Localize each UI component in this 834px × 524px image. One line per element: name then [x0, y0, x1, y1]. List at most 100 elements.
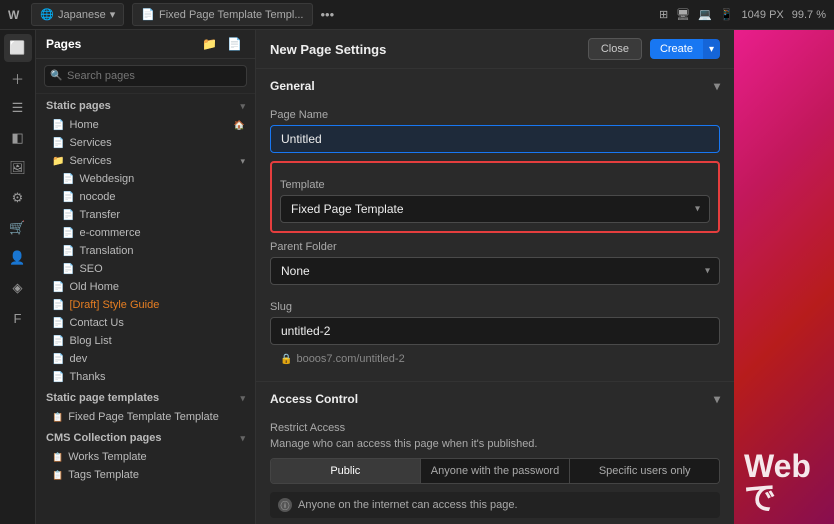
page-tab[interactable]: 📄 Fixed Page Template Templ... — [132, 3, 312, 26]
template-select-wrapper: Fixed Page Template ▾ — [280, 195, 710, 223]
cms-section-chevron: ▾ — [240, 433, 245, 444]
access-section-header[interactable]: Access Control ▾ — [256, 382, 734, 414]
template-icon-tags: 📋 — [52, 470, 63, 481]
cms-section-label: CMS Collection pages — [46, 432, 162, 444]
static-templates-chevron: ▾ — [240, 393, 245, 404]
menu-icon[interactable]: ☰ — [4, 94, 32, 122]
panel-actions: Close Create ▾ — [588, 38, 720, 60]
access-chevron: ▾ — [714, 392, 720, 406]
page-item-old-home[interactable]: 📄 Old Home — [36, 278, 255, 296]
lang-icon: 🌐 — [40, 8, 54, 21]
assets-icon[interactable]: 🖼 — [4, 154, 32, 182]
cms-section-header[interactable]: CMS Collection pages ▾ — [36, 426, 255, 448]
page-item-transfer[interactable]: 📄 Transfer — [36, 206, 255, 224]
zoom-display: 99.7 % — [792, 9, 826, 21]
page-name-label: Page Name — [270, 109, 720, 121]
page-item-seo[interactable]: 📄 SEO — [36, 260, 255, 278]
create-button-group: Create ▾ — [650, 39, 720, 59]
lang-label: Japanese — [58, 9, 106, 21]
decorative-text: Webで — [744, 450, 824, 514]
page-icon-old-home: 📄 — [52, 282, 64, 293]
page-icon-seo: 📄 — [62, 264, 74, 275]
access-info-text: Anyone on the internet can access this p… — [298, 499, 518, 511]
restrict-desc: Manage who can access this page when it'… — [270, 438, 720, 450]
sidebar-header: Pages 📁 📄 — [36, 30, 255, 59]
folder-chevron: ▾ — [240, 156, 245, 167]
tablet-icon[interactable]: 💻 — [698, 8, 712, 21]
lang-chevron: ▾ — [110, 8, 116, 21]
page-icon-thanks: 📄 — [52, 372, 64, 383]
sidebar-header-icons: 📁 📄 — [199, 36, 245, 52]
general-section-header[interactable]: General ▾ — [256, 69, 734, 101]
parent-folder-select[interactable]: None — [270, 257, 720, 285]
home-icon: 🏠 — [234, 120, 245, 131]
ecom-icon[interactable]: 🛒 — [4, 214, 32, 242]
parent-folder-label: Parent Folder — [270, 241, 720, 253]
page-item-services-folder[interactable]: 📁 Services ▾ — [36, 152, 255, 170]
static-templates-section-header[interactable]: Static page templates ▾ — [36, 386, 255, 408]
slug-input[interactable] — [270, 317, 720, 345]
access-tab-password[interactable]: Anyone with the password — [421, 459, 571, 483]
access-tab-specific[interactable]: Specific users only — [570, 459, 719, 483]
page-item-blog-list[interactable]: 📄 Blog List — [36, 332, 255, 350]
apps-icon[interactable]: F — [4, 304, 32, 332]
add-folder-icon[interactable]: 📁 — [199, 36, 220, 52]
page-icon-ecommerce: 📄 — [62, 228, 74, 239]
page-icon-webdesign: 📄 — [62, 174, 74, 185]
cms-icon[interactable]: ⚙ — [4, 184, 32, 212]
access-tab-public[interactable]: Public — [271, 459, 421, 483]
panel-title: New Page Settings — [270, 42, 386, 57]
main-panel: New Page Settings Close Create ▾ General… — [256, 30, 734, 524]
page-item-home[interactable]: 📄 Home 🏠 — [36, 116, 255, 134]
close-button[interactable]: Close — [588, 38, 642, 60]
template-label: Template — [280, 179, 710, 191]
template-select[interactable]: Fixed Page Template — [280, 195, 710, 223]
users-icon[interactable]: 👤 — [4, 244, 32, 272]
slug-url-display: 🔒 booos7.com/untitled-2 — [270, 349, 720, 369]
logic-icon[interactable]: ◈ — [4, 274, 32, 302]
page-icon-nocode: 📄 — [62, 192, 74, 203]
panel-body: General ▾ Page Name Template Fixed Page … — [256, 69, 734, 524]
sidebar-title: Pages — [46, 37, 81, 51]
slug-url-text: booos7.com/untitled-2 — [296, 353, 404, 365]
page-tab-label: Fixed Page Template Templ... — [159, 9, 304, 21]
page-item-style-guide[interactable]: 📄 [Draft] Style Guide — [36, 296, 255, 314]
lang-tab[interactable]: 🌐 Japanese ▾ — [31, 3, 124, 26]
page-item-nocode[interactable]: 📄 nocode — [36, 188, 255, 206]
static-pages-section-header[interactable]: Static pages ▾ — [36, 94, 255, 116]
more-icon[interactable]: ••• — [321, 7, 335, 22]
add-icon[interactable]: ＋ — [4, 64, 32, 92]
folder-icon-services: 📁 — [52, 156, 64, 167]
page-item-fixed-template[interactable]: 📋 Fixed Page Template Template — [36, 408, 255, 426]
page-item-tags-template[interactable]: 📋 Tags Template — [36, 466, 255, 484]
add-icon[interactable]: ⊞ — [659, 8, 668, 21]
page-item-services-1[interactable]: 📄 Services — [36, 134, 255, 152]
page-item-webdesign[interactable]: 📄 Webdesign — [36, 170, 255, 188]
add-page-icon[interactable]: 📄 — [224, 36, 245, 52]
page-icon-style-guide: 📄 — [52, 300, 64, 311]
page-name-input[interactable] — [270, 125, 720, 153]
page-icon-translation: 📄 — [62, 246, 74, 257]
mobile-icon[interactable]: 📱 — [720, 8, 734, 21]
desktop-icon[interactable]: 🖥 — [676, 8, 690, 21]
page-item-contact-us[interactable]: 📄 Contact Us — [36, 314, 255, 332]
static-pages-label: Static pages — [46, 100, 111, 112]
general-label: General — [270, 79, 315, 93]
pages-icon[interactable]: ⬜ — [4, 34, 32, 62]
page-icon-services1: 📄 — [52, 138, 64, 149]
page-item-translation[interactable]: 📄 Translation — [36, 242, 255, 260]
page-item-works-template[interactable]: 📋 Works Template — [36, 448, 255, 466]
page-item-thanks[interactable]: 📄 Thanks — [36, 368, 255, 386]
page-item-ecommerce[interactable]: 📄 e-commerce — [36, 224, 255, 242]
page-item-dev[interactable]: 📄 dev — [36, 350, 255, 368]
components-icon[interactable]: ◧ — [4, 124, 32, 152]
template-icon-works: 📋 — [52, 452, 63, 463]
template-icon-fixed: 📋 — [52, 412, 63, 423]
create-arrow-button[interactable]: ▾ — [703, 39, 720, 59]
icon-bar: ⬜ ＋ ☰ ◧ 🖼 ⚙ 🛒 👤 ◈ F — [0, 30, 36, 524]
page-icon-dev: 📄 — [52, 354, 64, 365]
parent-folder-select-wrapper: None ▾ — [270, 257, 720, 293]
create-button[interactable]: Create — [650, 39, 703, 59]
static-pages-chevron: ▾ — [240, 101, 245, 112]
search-input[interactable] — [44, 65, 247, 87]
